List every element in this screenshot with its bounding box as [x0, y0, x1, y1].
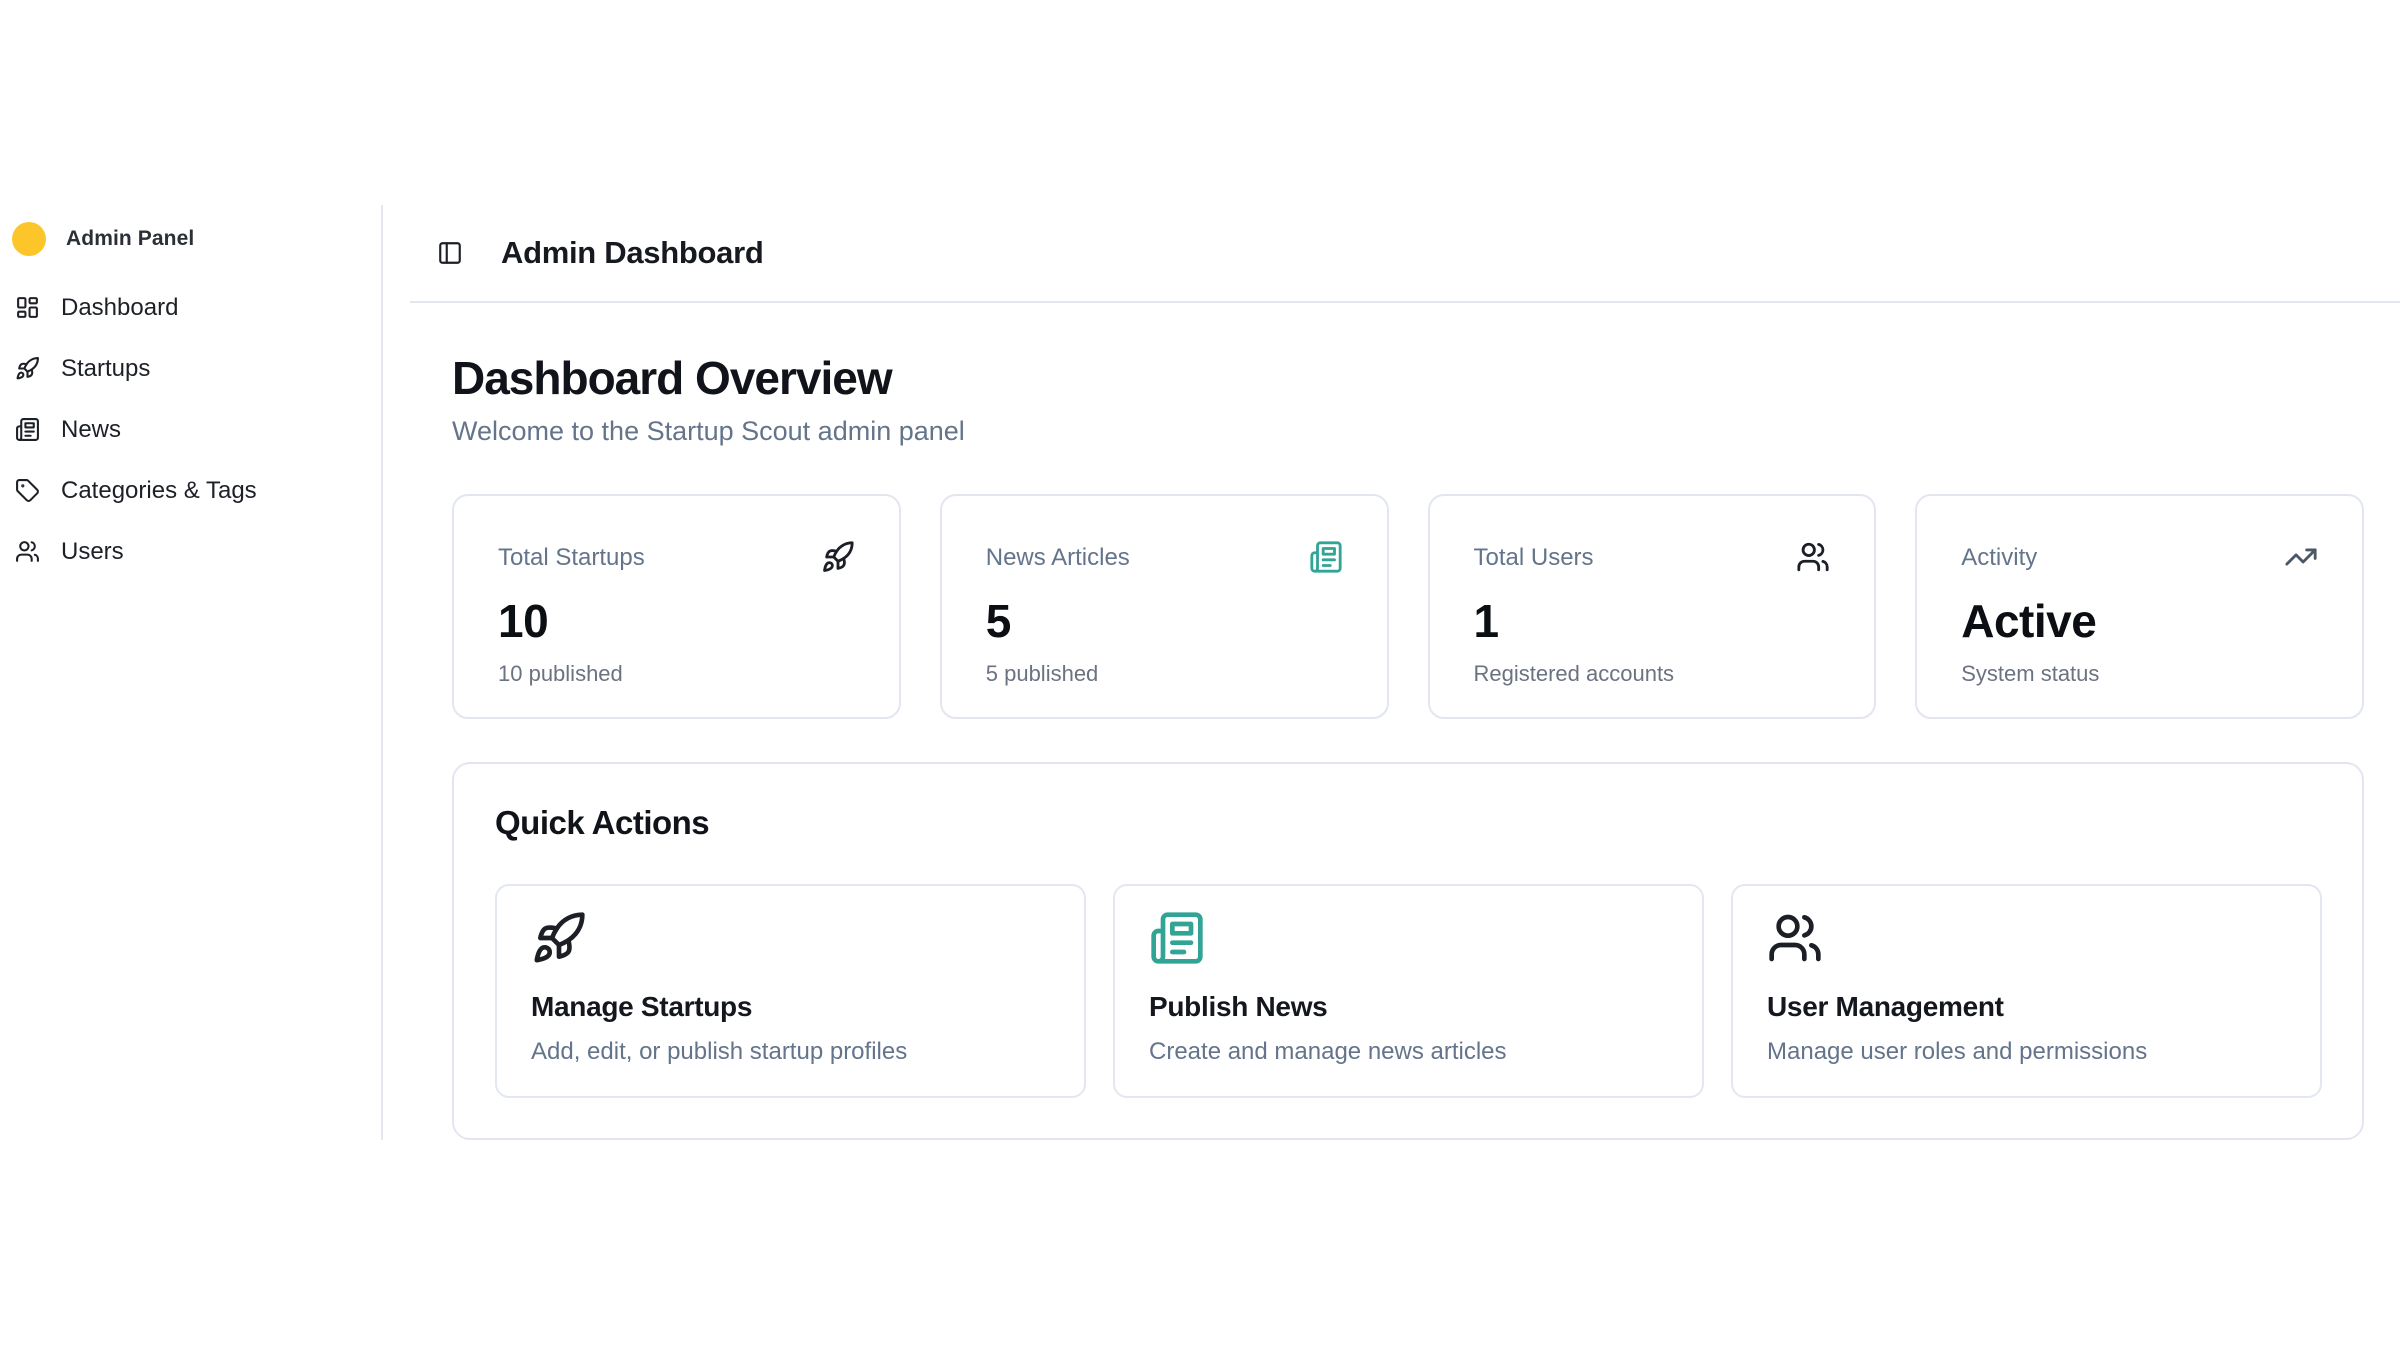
- stat-description: Registered accounts: [1474, 661, 1831, 687]
- page-title: Dashboard Overview: [452, 353, 2364, 404]
- stat-value: 10: [498, 598, 855, 644]
- sidebar-item-news[interactable]: News: [0, 399, 381, 460]
- users-icon: [1767, 910, 1823, 966]
- admin-panel-logo-icon: [12, 222, 46, 256]
- stat-card-total-startups: Total Startups 10 10 published: [452, 494, 901, 719]
- stat-card-news-articles: News Articles 5 5 published: [940, 494, 1389, 719]
- sidebar-toggle-button[interactable]: [437, 240, 463, 266]
- stat-label: Total Users: [1474, 540, 1594, 572]
- main-area: Admin Dashboard Dashboard Overview Welco…: [383, 205, 2400, 1140]
- quick-action-title: User Management: [1767, 991, 2286, 1023]
- stat-description: System status: [1961, 661, 2318, 687]
- layout-dashboard-icon: [15, 295, 40, 320]
- sidebar-item-label: Users: [61, 538, 124, 566]
- newspaper-icon: [1149, 910, 1205, 966]
- rocket-icon: [15, 356, 40, 381]
- quick-actions-title: Quick Actions: [495, 804, 2322, 842]
- sidebar-item-label: News: [61, 416, 121, 444]
- sidebar-item-label: Dashboard: [61, 294, 178, 322]
- top-header: Admin Dashboard: [410, 205, 2400, 303]
- quick-action-title: Manage Startups: [531, 991, 1050, 1023]
- quick-action-title: Publish News: [1149, 991, 1668, 1023]
- trending-up-icon: [2284, 540, 2318, 574]
- quick-action-description: Add, edit, or publish startup profiles: [531, 1038, 1050, 1066]
- quick-actions-panel: Quick Actions Manage Startups Add, edit,…: [452, 762, 2364, 1140]
- stat-card-activity: Activity Active System status: [1915, 494, 2364, 719]
- app-container: Admin Panel Dashboard Startups News Cate…: [0, 205, 2400, 1140]
- stat-label: News Articles: [986, 540, 1130, 572]
- rocket-icon: [821, 540, 855, 574]
- stats-row: Total Startups 10 10 published News Arti…: [452, 494, 2364, 719]
- newspaper-icon: [15, 417, 40, 442]
- sidebar-title: Admin Panel: [66, 227, 194, 251]
- quick-action-publish-news[interactable]: Publish News Create and manage news arti…: [1113, 884, 1704, 1098]
- header-title: Admin Dashboard: [501, 235, 763, 271]
- page-subtitle: Welcome to the Startup Scout admin panel: [452, 416, 2364, 447]
- stat-value: 5: [986, 598, 1343, 644]
- sidebar: Admin Panel Dashboard Startups News Cate…: [0, 205, 383, 1140]
- tag-icon: [15, 478, 40, 503]
- sidebar-nav: Dashboard Startups News Categories & Tag…: [0, 277, 381, 582]
- sidebar-header: Admin Panel: [0, 217, 381, 261]
- rocket-icon: [531, 910, 587, 966]
- stat-description: 5 published: [986, 661, 1343, 687]
- users-icon: [15, 539, 40, 564]
- quick-action-user-management[interactable]: User Management Manage user roles and pe…: [1731, 884, 2322, 1098]
- sidebar-item-users[interactable]: Users: [0, 521, 381, 582]
- page: { "sidebar": { "title": "Admin Panel", "…: [0, 0, 2400, 1350]
- quick-action-description: Manage user roles and permissions: [1767, 1038, 2286, 1066]
- newspaper-icon: [1309, 540, 1343, 574]
- stat-card-total-users: Total Users 1 Registered accounts: [1428, 494, 1877, 719]
- quick-action-description: Create and manage news articles: [1149, 1038, 1668, 1066]
- sidebar-item-dashboard[interactable]: Dashboard: [0, 277, 381, 338]
- sidebar-item-startups[interactable]: Startups: [0, 338, 381, 399]
- stat-label: Activity: [1961, 540, 2037, 572]
- stat-description: 10 published: [498, 661, 855, 687]
- quick-action-manage-startups[interactable]: Manage Startups Add, edit, or publish st…: [495, 884, 1086, 1098]
- sidebar-item-categories-tags[interactable]: Categories & Tags: [0, 460, 381, 521]
- users-icon: [1796, 540, 1830, 574]
- sidebar-item-label: Startups: [61, 355, 150, 383]
- dashboard-content: Dashboard Overview Welcome to the Startu…: [383, 353, 2400, 1140]
- quick-actions-cards: Manage Startups Add, edit, or publish st…: [495, 884, 2322, 1098]
- stat-value: Active: [1961, 598, 2318, 644]
- stat-value: 1: [1474, 598, 1831, 644]
- sidebar-item-label: Categories & Tags: [61, 477, 257, 505]
- panel-left-icon: [437, 240, 463, 266]
- stat-label: Total Startups: [498, 540, 645, 572]
